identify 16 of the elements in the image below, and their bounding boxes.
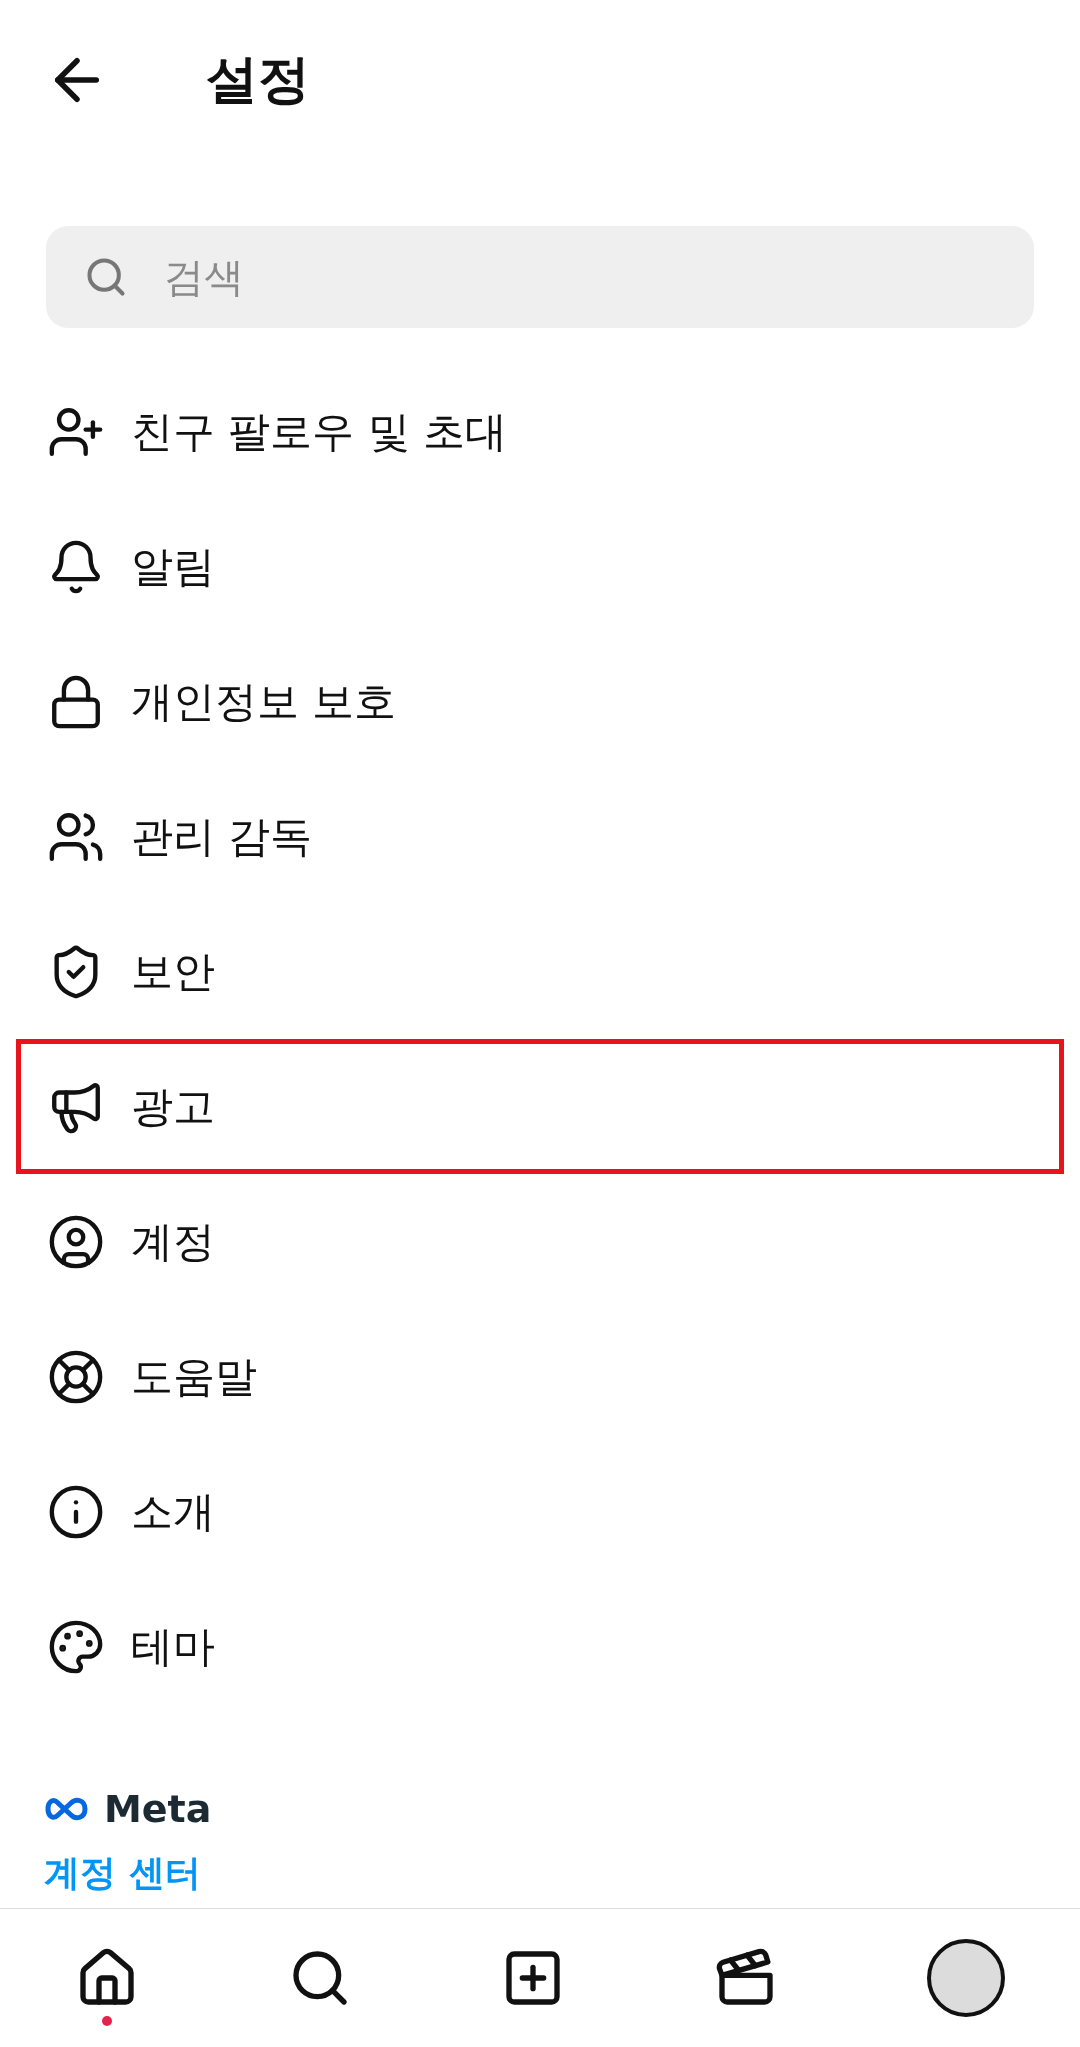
search-field[interactable]: 검색 [162,253,996,301]
settings-item[interactable]: 친구 팔로우 및 초대 [16,364,1064,499]
settings-item[interactable]: 소개 [16,1444,1064,1579]
settings-item[interactable]: 계정 [16,1174,1064,1309]
page-title: 설정 [206,48,310,111]
settings-item[interactable]: 테마 [16,1579,1064,1714]
settings-item[interactable]: 도움말 [16,1309,1064,1444]
settings-item[interactable]: 관리 감독 [16,769,1064,904]
settings-item[interactable]: 알림 [16,499,1064,634]
highlighted-settings-item[interactable]: 광고 [16,1039,1064,1174]
notification-dot [101,2016,112,2026]
search-icon [84,255,128,299]
settings-item[interactable]: 보안 [16,904,1064,1039]
settings-item[interactable]: 개인정보 보호 [16,634,1064,769]
search-bar[interactable]: 검색 [46,226,1034,328]
brand-name: Meta [104,1787,212,1831]
